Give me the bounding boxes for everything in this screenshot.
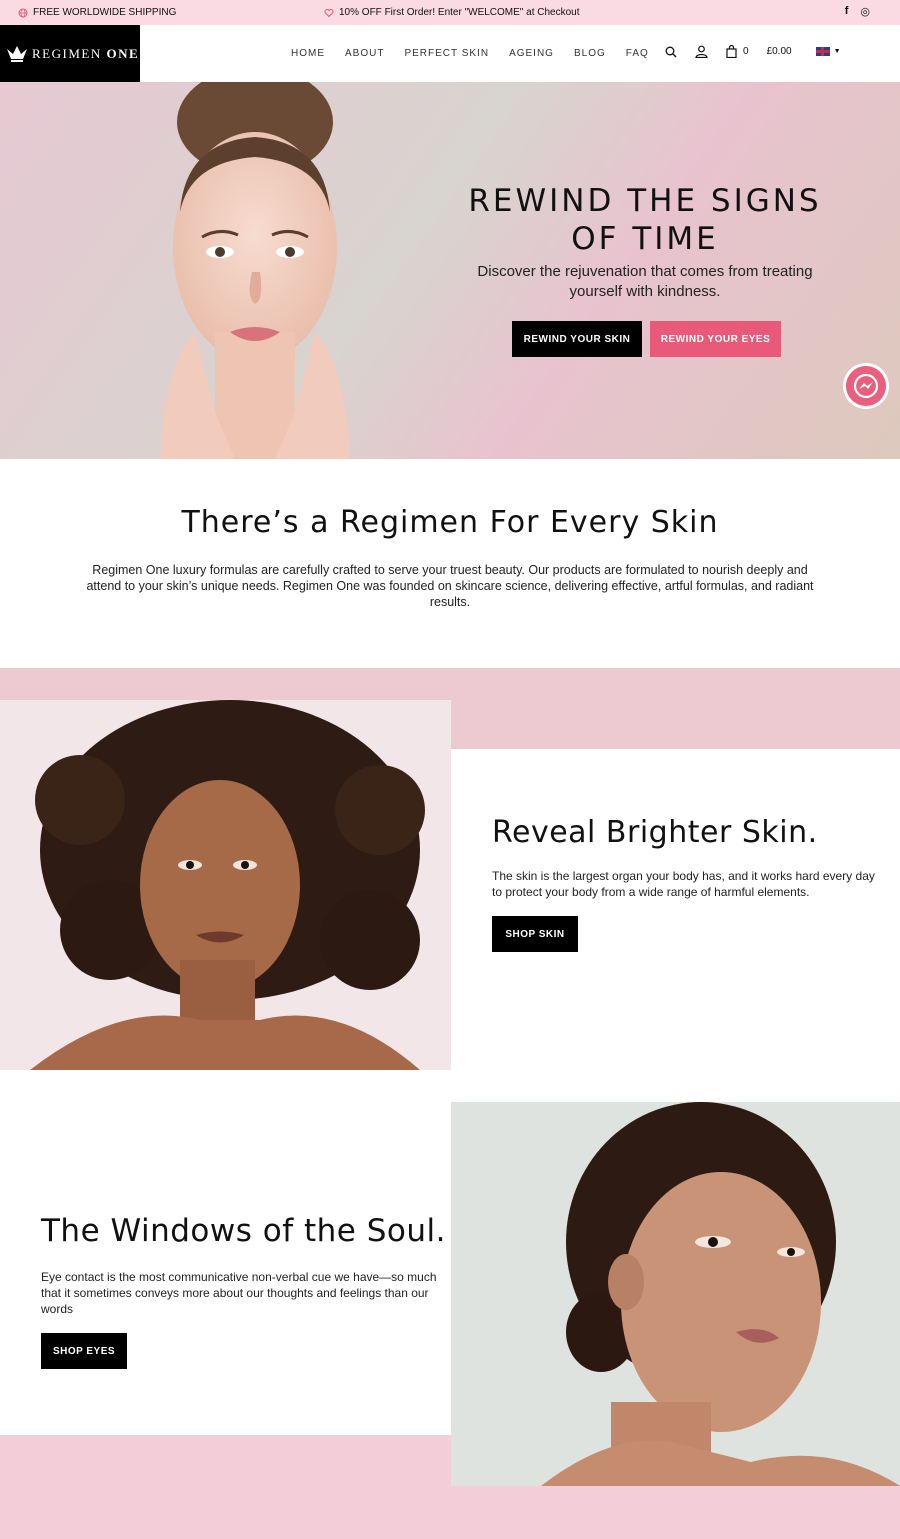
brand-name: REGIMEN ONE (32, 46, 139, 62)
shop-eyes-button[interactable]: SHOP EYES (41, 1333, 127, 1369)
cart-count: 0 (743, 46, 749, 57)
promo-text: 10% OFF First Order! Enter "WELCOME" at … (339, 7, 580, 18)
eyes-model-image (451, 1102, 900, 1486)
brand-name-light: REGIMEN (32, 45, 107, 61)
main-nav: HOME ABOUT PERFECT SKIN AGEING BLOG FAQ (291, 48, 649, 59)
nav-about[interactable]: ABOUT (345, 48, 384, 59)
shopping-bag-icon (726, 45, 737, 58)
hero-model-image (160, 82, 350, 459)
skin-model-image (0, 700, 451, 1070)
eyes-section-title: The Windows of the Soul. (41, 1213, 446, 1249)
search-icon[interactable] (665, 46, 677, 58)
shop-skin-button[interactable]: SHOP SKIN (492, 916, 578, 952)
logo[interactable]: REGIMEN ONE (0, 25, 140, 82)
shipping-text: FREE WORLDWIDE SHIPPING (33, 7, 177, 18)
brand-name-bold: ONE (106, 45, 140, 61)
skin-section-card: Reveal Brighter Skin. The skin is the la… (451, 749, 900, 1102)
uk-flag-icon (815, 47, 830, 56)
skin-model-illustration (30, 700, 425, 1070)
messenger-chat-button[interactable] (846, 366, 886, 406)
nav-perfect-skin[interactable]: PERFECT SKIN (404, 48, 489, 59)
hero-subtitle: Discover the rejuvenation that comes fro… (477, 263, 813, 300)
rewind-eyes-button[interactable]: REWIND YOUR EYES (650, 321, 781, 357)
facebook-icon[interactable]: f (845, 5, 849, 18)
account-icon[interactable] (695, 45, 708, 58)
eyes-section-text: Eye contact is the most communicative no… (41, 1270, 437, 1316)
nav-ageing[interactable]: AGEING (509, 48, 554, 59)
cart[interactable]: 0 (726, 45, 749, 58)
header-actions: 0 £0.00 ▼ (665, 45, 841, 58)
hero-title: REWIND THE SIGNS OF TIME (468, 183, 822, 257)
skin-section-text: The skin is the largest organ your body … (492, 869, 875, 899)
language-selector[interactable]: ▼ (815, 47, 841, 56)
chevron-down-icon: ▼ (833, 48, 841, 55)
heart-icon (324, 8, 334, 17)
globe-icon (18, 8, 28, 17)
shipping-notice: FREE WORLDWIDE SHIPPING (18, 7, 176, 18)
crown-icon (7, 45, 27, 62)
intro-title: There’s a Regimen For Every Skin (181, 505, 719, 540)
social-links: f ◎ (845, 5, 870, 18)
nav-faq[interactable]: FAQ (626, 48, 649, 59)
skin-section-title: Reveal Brighter Skin. (492, 815, 818, 850)
site-header: REGIMEN ONE HOME ABOUT PERFECT SKIN AGEI… (0, 25, 900, 82)
nav-home[interactable]: HOME (291, 48, 325, 59)
eyes-model-illustration (541, 1102, 900, 1486)
intro-text: Regimen One luxury formulas are carefull… (86, 563, 814, 609)
instagram-icon[interactable]: ◎ (860, 5, 870, 18)
rewind-skin-button[interactable]: REWIND YOUR SKIN (512, 321, 642, 357)
cart-total[interactable]: £0.00 (767, 46, 792, 57)
announcement-bar: FREE WORLDWIDE SHIPPING 10% OFF First Or… (0, 0, 900, 25)
hero-banner: REWIND THE SIGNS OF TIME Discover the re… (0, 82, 900, 459)
messenger-icon (853, 373, 879, 399)
nav-blog[interactable]: BLOG (574, 48, 606, 59)
promo-notice: 10% OFF First Order! Enter "WELCOME" at … (324, 7, 580, 18)
